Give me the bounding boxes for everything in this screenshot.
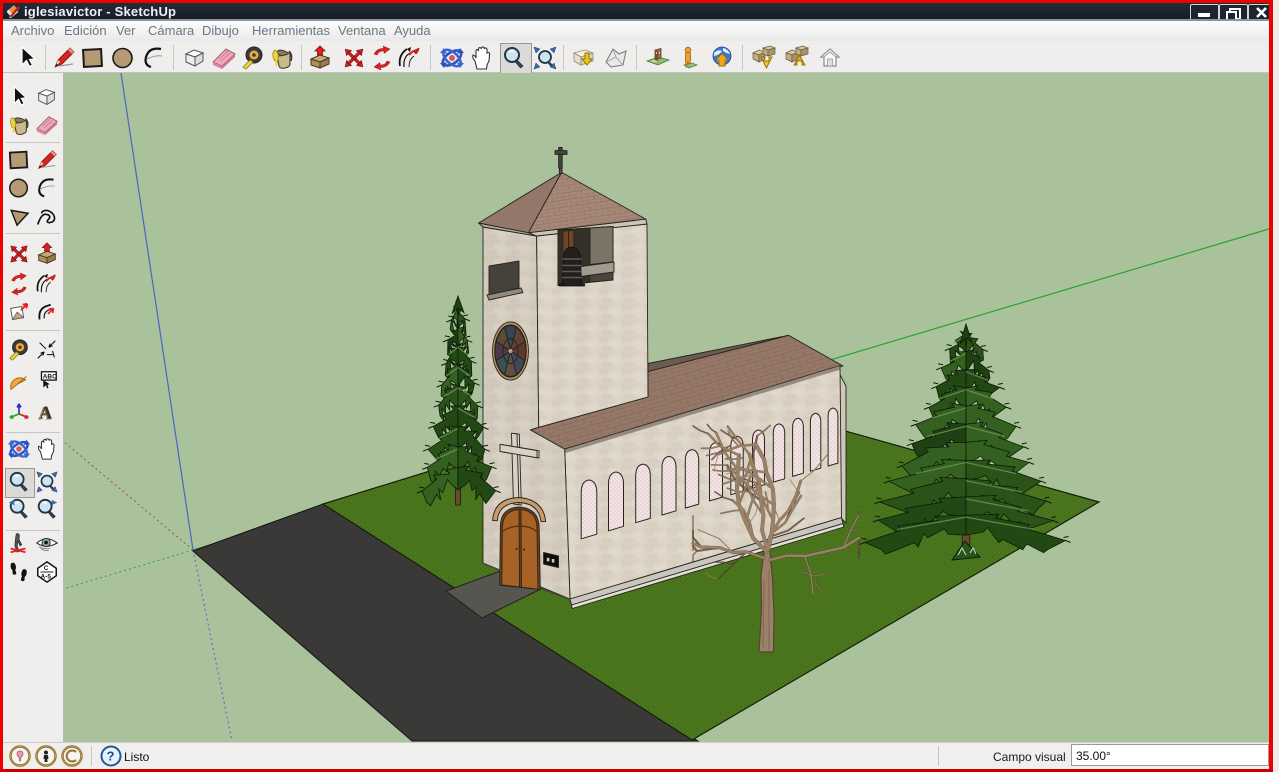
svg-text:ABC: ABC [43,374,57,381]
svg-text:C: C [44,565,49,572]
svg-text:A: A [40,403,53,423]
svg-text:?: ? [107,749,115,764]
svg-text:A-5: A-5 [41,573,52,580]
